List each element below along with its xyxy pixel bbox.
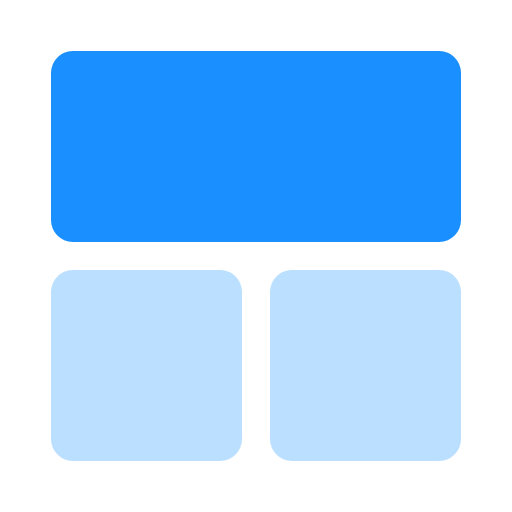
top-wide-tile xyxy=(51,51,461,242)
bottom-left-tile xyxy=(51,270,242,461)
bottom-right-tile xyxy=(270,270,461,461)
dashboard-layout-icon xyxy=(0,0,512,512)
